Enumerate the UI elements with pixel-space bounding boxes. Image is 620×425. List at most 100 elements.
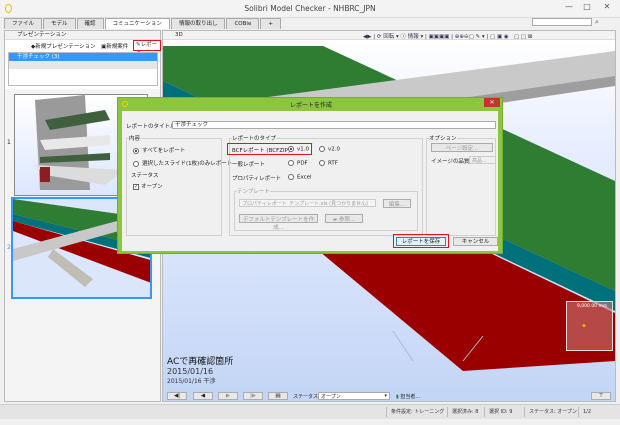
assignee-label: 担当者... <box>400 394 421 400</box>
tab-cobie[interactable]: COBie <box>226 18 260 29</box>
close-button[interactable]: ✕ <box>596 0 618 14</box>
slide-date: 2015/01/16 <box>167 367 214 376</box>
template-select[interactable]: プロパティレポート_テンプレート.xls (見つかりません) <box>239 199 376 207</box>
rtf-label: RTF <box>328 160 338 167</box>
status-select-value: オープン <box>321 394 341 400</box>
view-cube-icons[interactable]: ▣▣▣▣ <box>429 34 450 40</box>
general-report-label: 一般レポート <box>232 162 266 168</box>
slide-title: ACで再確認箇所 <box>167 357 234 367</box>
ribbon-tabs: ファイル モデル 確認 コミュニケーション 情報の取り出し COBie + <box>4 18 282 29</box>
info-button[interactable]: 情報 <box>408 34 419 40</box>
previous-slide-button[interactable]: ◀ <box>193 392 213 400</box>
report-all-radio[interactable]: すべてをレポート <box>133 146 185 154</box>
slide-number: 1 <box>7 139 11 146</box>
measure-value: 9,000.00 mm <box>577 304 608 309</box>
report-title-input[interactable]: 干渉チェック <box>172 121 496 129</box>
new-presentation-button[interactable]: ◆新規プレゼンテーション <box>31 42 96 50</box>
maximize-button[interactable]: □ <box>578 0 596 14</box>
dialog-body: レポートのタイトル 干渉チェック 内容 すべてをレポート 選択したスライド(1枚… <box>122 111 498 251</box>
pdf-radio[interactable]: PDF <box>288 160 308 167</box>
measure-icon[interactable]: ✎ <box>476 34 481 40</box>
dialog-close-button[interactable]: ✕ <box>484 98 500 107</box>
slide-description: 2015/01/16 干渉 <box>167 378 216 385</box>
property-report-label: プロパティレポート <box>232 176 282 182</box>
template-select-value: プロパティレポート_テンプレート.xls (見つかりません) <box>242 201 368 207</box>
report-type-label: レポートのタイプ <box>232 134 277 142</box>
back-icon[interactable]: ◀▶ <box>363 34 371 40</box>
measure-overlay[interactable]: 9,000.00 mm ✦ <box>566 301 613 351</box>
search-icon[interactable]: ⌕ <box>595 18 599 27</box>
report-title-label: レポートのタイトル <box>126 124 176 130</box>
list-item[interactable]: 干渉チェック (3) <box>9 53 157 61</box>
assignee-button[interactable]: ▮ 担当者... <box>396 393 420 400</box>
cancel-button[interactable]: キャンセル <box>453 237 498 246</box>
image-quality-value: 高品... <box>472 158 487 164</box>
bcf-v2-radio[interactable]: v2.0 <box>319 146 340 153</box>
dialog-title: レポートを作成 <box>289 102 332 109</box>
page-indicator: 1/2 <box>578 407 591 417</box>
browse-label: 参照... <box>338 217 356 223</box>
rtf-radio[interactable]: RTF <box>319 160 338 167</box>
content-group-label: 内容 <box>129 134 141 142</box>
presentation-list: 干渉チェック (3) <box>8 52 158 86</box>
view-toolbar: ◀▶ | ⟳ 回転 ▾ ⓘ 情報 ▾ | ▣▣▣▣ | ⊕⊕⊖▢ ✎ ▾ | ▢… <box>363 34 533 40</box>
save-report-button[interactable]: レポートを保存 <box>396 237 446 246</box>
browse-button[interactable]: ▰ 参照... <box>325 214 363 223</box>
pdf-label: PDF <box>297 160 308 167</box>
next-slide-button[interactable]: ▶ <box>218 392 238 400</box>
report-type-group: レポートのタイプ BCFレポート (BCFZIP) v1.0 v2.0 一般レポ… <box>227 134 423 236</box>
presentation-mode-button[interactable]: ⊤ <box>591 392 611 400</box>
template-label: テンプレート <box>237 187 270 195</box>
status-open-label: オープン <box>141 184 163 190</box>
issue-status: ステータス: オープン <box>524 407 577 417</box>
rotate-button[interactable]: 回転 <box>383 34 394 40</box>
zoom-icons[interactable]: ⊕⊕⊖▢ <box>455 34 474 40</box>
excel-radio[interactable]: Excel <box>288 174 312 181</box>
tab-information-takeoff[interactable]: 情報の取り出し <box>170 18 226 29</box>
new-issue-button[interactable]: ▣新規案件 <box>101 42 128 50</box>
status-label: ステータス <box>131 173 159 179</box>
excel-label: Excel <box>297 174 312 181</box>
create-default-template-button[interactable]: デフォルトテンプレートを作成... <box>239 214 318 231</box>
report-all-label: すべてをレポート <box>142 148 186 154</box>
status-select[interactable]: オープン ▾ <box>318 392 390 400</box>
issue-id: 選択 ID: 9 <box>484 407 512 417</box>
folder-icon: ▰ <box>332 217 338 223</box>
search-input[interactable] <box>532 18 592 26</box>
image-quality-label: イメージの品質 <box>431 159 470 165</box>
tab-model[interactable]: モデル <box>43 18 76 29</box>
image-quality-select[interactable]: 高品... <box>469 156 496 164</box>
assignee-icon: ▮ <box>396 394 399 400</box>
last-slide-button[interactable]: |▶ <box>243 392 263 400</box>
status-label: ステータス <box>293 394 319 400</box>
add-tab-button[interactable]: + <box>260 18 281 29</box>
title-bar: Solibri Model Checker - NHBRC_JPN — □ ✕ <box>0 0 620 18</box>
new-issue-label: 新規案件 <box>106 44 129 50</box>
tab-file[interactable]: ファイル <box>4 18 43 29</box>
bcf-v1-radio[interactable]: v1.0 <box>288 146 309 153</box>
bcf-report-label: BCFレポート (BCFZIP) <box>232 148 291 154</box>
tab-check[interactable]: 確認 <box>76 18 104 29</box>
slide-controls: ◀| ◀ ▶ |▶ ▤ ステータス オープン ▾ ▮ 担当者... ⊤ <box>163 391 615 401</box>
edit-template-button[interactable]: 編集... <box>383 199 411 208</box>
options-group: オプション ページ設定... イメージの品質 高品... <box>426 134 496 236</box>
minimize-button[interactable]: — <box>560 0 578 14</box>
rotate-icon[interactable]: ⟳ <box>377 34 382 40</box>
status-open-checkbox[interactable]: ✓ オープン <box>133 182 163 190</box>
tab-communication[interactable]: コミュニケーション <box>104 18 170 29</box>
report-selected-radio[interactable]: 選択したスライド(1枚)のみレポート <box>133 159 232 167</box>
window-title: Solibri Model Checker - NHBRC_JPN <box>244 4 376 13</box>
content-group: 内容 すべてをレポート 選択したスライド(1枚)のみレポート ステータス ✓ オー… <box>126 134 232 236</box>
template-group: テンプレート プロパティレポート_テンプレート.xls (見つかりません) 編集… <box>234 187 418 231</box>
create-report-dialog: レポートを作成 ✕ レポートのタイトル 干渉チェック 内容 すべてをレポート 選… <box>117 97 503 254</box>
slide-list-button[interactable]: ▤ <box>268 392 288 400</box>
report-button[interactable]: ✎レポート <box>133 40 161 56</box>
ruleset-status: 条件設定: トレーニング <box>386 407 444 417</box>
slide-caption: ACで再確認箇所 2015/01/16 2015/01/16 干渉 <box>167 354 233 385</box>
bcf-v2-label: v2.0 <box>328 146 341 153</box>
first-slide-button[interactable]: ◀| <box>167 392 187 400</box>
cursor-icon: ✦ <box>581 322 587 330</box>
report-selected-label: 選択したスライド(1枚)のみレポート <box>142 161 233 167</box>
options-label: オプション <box>429 134 457 142</box>
page-setup-button[interactable]: ページ設定... <box>431 143 493 152</box>
